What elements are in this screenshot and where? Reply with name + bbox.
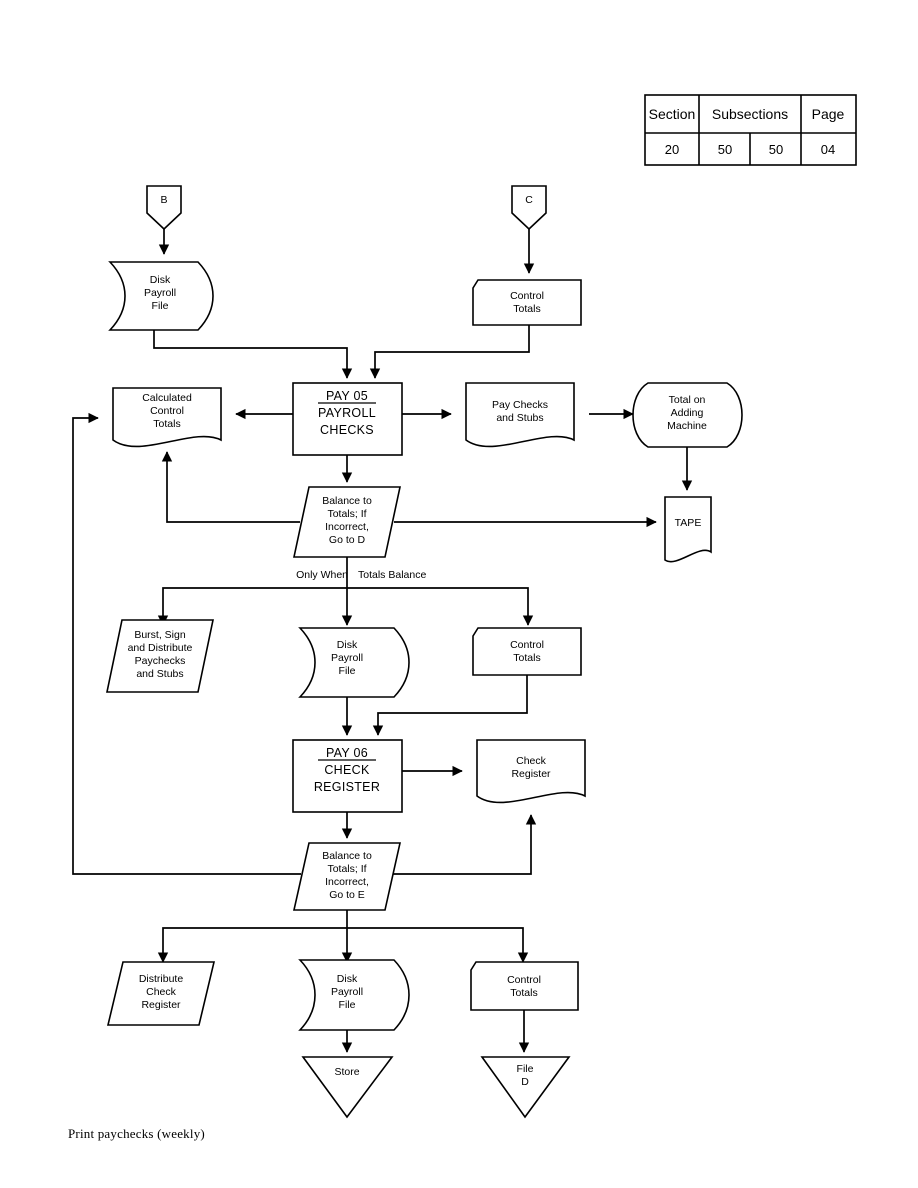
balance-to-totals-e-line3: Incorrect, (325, 876, 369, 888)
process-pay05: PAY 05 PAYROLL CHECKS (292, 382, 403, 456)
header-page-label: Page (812, 106, 845, 122)
control-totals-1-line1: Control (510, 290, 544, 302)
total-on-adding-machine-line2: Adding (671, 407, 704, 419)
process-pay06-line1: PAY 06 (326, 746, 368, 760)
header-page-value: 04 (821, 142, 835, 157)
balance-to-totals-d-line4: Go to D (329, 534, 366, 546)
file-d-triangle: File D (480, 1056, 571, 1119)
disk-payroll-file-1-line3: File (152, 300, 169, 312)
disk-payroll-file-1-line2: Payroll (144, 287, 176, 299)
balance-to-totals-d-line2: Totals; If (327, 508, 366, 520)
process-pay05-line3: CHECKS (320, 423, 374, 437)
disk-payroll-file-3-line3: File (339, 999, 356, 1011)
edge-ct1-to-pay05 (369, 325, 530, 379)
flowchart-diagram: Section Subsections Page 20 50 50 04 B C… (72, 94, 857, 1119)
balance-to-totals-d: Balance to Totals; If Incorrect, Go to D (293, 486, 401, 558)
control-totals-3-line2: Totals (510, 987, 537, 999)
total-on-adding-machine: Total on Adding Machine (632, 382, 743, 448)
balance-to-totals-d-line1: Balance to (322, 495, 372, 507)
pay-checks-and-stubs-line1: Pay Checks (492, 399, 548, 411)
burst-sign-distribute-line3: Paychecks (135, 655, 186, 667)
header-table: Section Subsections Page 20 50 50 04 (644, 94, 857, 166)
pay-checks-and-stubs: Pay Checks and Stubs (465, 382, 575, 448)
edge-balance-d-to-calculated-control-totals (161, 451, 300, 523)
store-triangle: Store (301, 1056, 394, 1119)
tape-label: TAPE (675, 517, 702, 529)
control-totals-3: Control Totals (470, 961, 579, 1011)
connector-c-label: C (525, 194, 533, 206)
check-register-document: Check Register (476, 739, 586, 804)
edge-balance-e-to-ct3 (347, 927, 529, 963)
calculated-control-totals: Calculated Control Totals (112, 387, 222, 448)
header-section-label: Section (649, 106, 696, 122)
file-d-line1: File (517, 1063, 534, 1075)
connector-b-label: B (160, 194, 167, 206)
store-label: Store (334, 1066, 359, 1078)
burst-sign-distribute-line4: and Stubs (136, 668, 183, 680)
balance-to-totals-e-line2: Totals; If (327, 863, 366, 875)
burst-sign-distribute-line1: Burst, Sign (134, 629, 186, 641)
header-subsections-value-right: 50 (769, 142, 783, 157)
edge-disk1-to-pay05 (153, 330, 353, 379)
control-totals-3-line1: Control (507, 974, 541, 986)
disk-payroll-file-3-line1: Disk (337, 973, 358, 985)
edge-label-totals-balance: Totals Balance (358, 569, 426, 581)
process-pay06: PAY 06 CHECK REGISTER (292, 739, 403, 813)
balance-to-totals-d-line3: Incorrect, (325, 521, 369, 533)
edge-balance-e-to-check-register (393, 814, 537, 875)
connector-c: C (511, 185, 547, 231)
header-subsections-value-left: 50 (718, 142, 732, 157)
total-on-adding-machine-line1: Total on (669, 394, 706, 406)
calculated-control-totals-line1: Calculated (142, 392, 192, 404)
pay-checks-and-stubs-line2: and Stubs (496, 412, 543, 424)
check-register-line2: Register (511, 768, 551, 780)
distribute-check-register-line3: Register (141, 999, 181, 1011)
distribute-check-register: Distribute Check Register (106, 961, 216, 1026)
distribute-check-register-line2: Check (146, 986, 177, 998)
distribute-check-register-line1: Distribute (139, 973, 184, 985)
figure-caption: Print paychecks (weekly) (68, 1126, 205, 1141)
header-section-value: 20 (665, 142, 679, 157)
process-pay05-line1: PAY 05 (326, 389, 368, 403)
disk-payroll-file-2-line3: File (339, 665, 356, 677)
burst-sign-distribute-line2: and Distribute (128, 642, 193, 654)
header-subsections-label: Subsections (712, 106, 788, 122)
process-pay06-line2: CHECK (324, 763, 370, 777)
edge-label-only-when: Only When (296, 569, 348, 581)
balance-to-totals-e: Balance to Totals; If Incorrect, Go to E (293, 842, 401, 911)
total-on-adding-machine-line3: Machine (667, 420, 707, 432)
check-register-line1: Check (516, 755, 547, 767)
edge-balance-e-to-distribute (157, 927, 347, 963)
control-totals-2: Control Totals (472, 627, 582, 676)
control-totals-2-line1: Control (510, 639, 544, 651)
disk-payroll-file-2-line1: Disk (337, 639, 358, 651)
control-totals-2-line2: Totals (513, 652, 540, 664)
edge-balance-d-to-ct2 (347, 587, 534, 626)
balance-to-totals-e-line4: Go to E (329, 889, 365, 901)
process-pay05-line2: PAYROLL (318, 406, 376, 420)
disk-payroll-file-2-line2: Payroll (331, 652, 363, 664)
control-totals-1-line2: Totals (513, 303, 540, 315)
disk-payroll-file-1-line1: Disk (150, 274, 171, 286)
disk-payroll-file-3: Disk Payroll File (298, 959, 410, 1031)
process-pay06-line3: REGISTER (314, 780, 380, 794)
tape-document: TAPE (664, 496, 712, 563)
disk-payroll-file-1: Disk Payroll File (108, 261, 214, 331)
calculated-control-totals-line2: Control (150, 405, 184, 417)
balance-to-totals-e-line1: Balance to (322, 850, 372, 862)
calculated-control-totals-line3: Totals (153, 418, 180, 430)
page-canvas: Section Subsections Page 20 50 50 04 B C… (0, 0, 918, 1188)
burst-sign-distribute: Burst, Sign and Distribute Paychecks and… (106, 619, 214, 693)
disk-payroll-file-3-line2: Payroll (331, 986, 363, 998)
connector-b: B (146, 185, 182, 231)
control-totals-1: Control Totals (472, 279, 582, 326)
disk-payroll-file-2: Disk Payroll File (298, 627, 410, 698)
file-d-line2: D (521, 1076, 529, 1088)
